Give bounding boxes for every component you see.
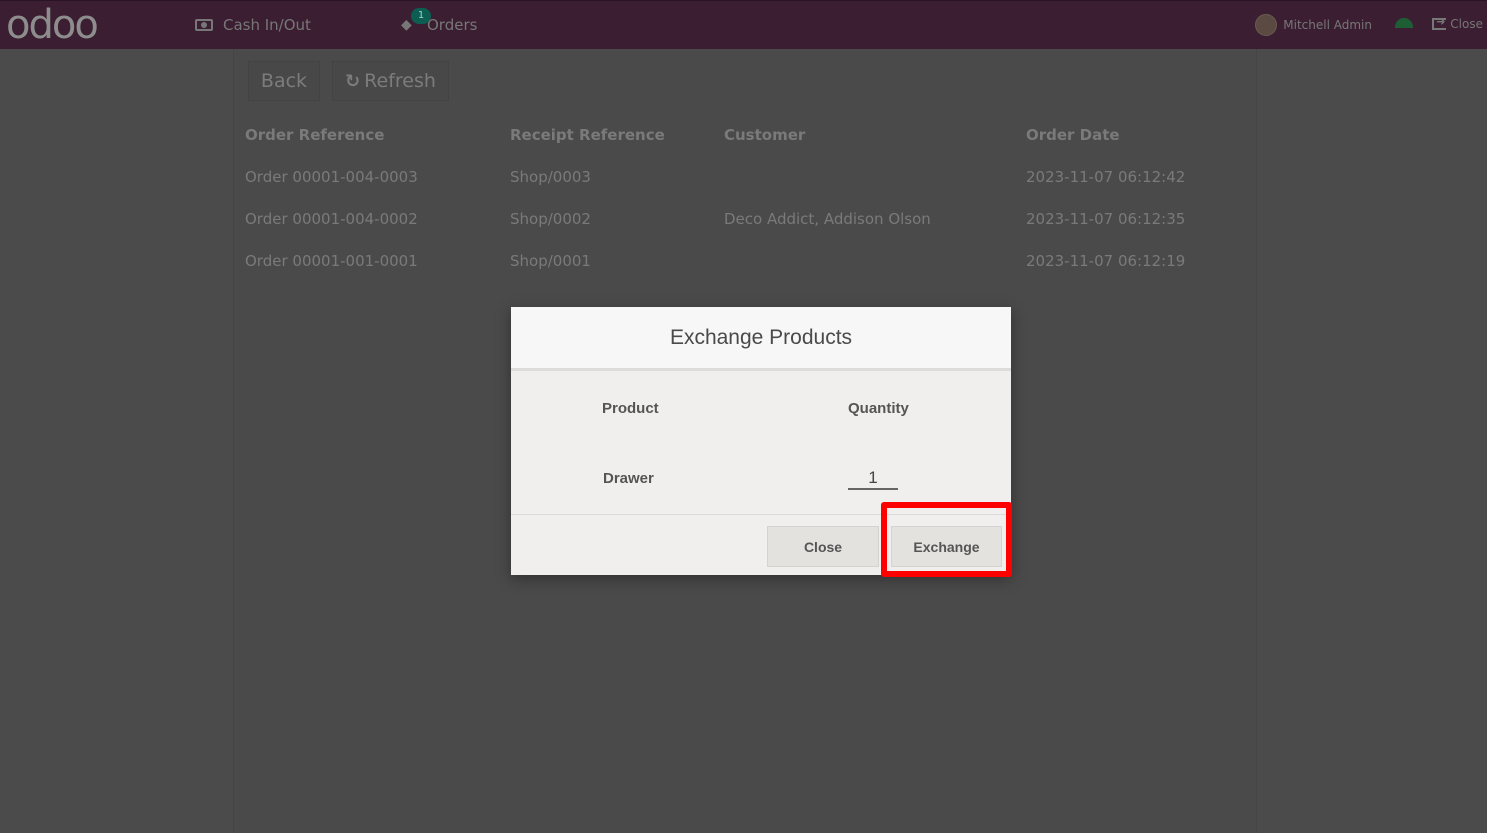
cash-in-out-button[interactable]: Cash In/Out bbox=[195, 16, 311, 34]
orders-button[interactable]: ◆ 1 Orders bbox=[401, 8, 478, 34]
orders-table-header: Order Reference Receipt Reference Custom… bbox=[0, 126, 1487, 146]
sign-out-icon bbox=[1432, 15, 1447, 30]
refresh-label: Refresh bbox=[364, 70, 436, 92]
avatar bbox=[1255, 14, 1278, 36]
table-row[interactable]: Order 00001-001-0001 Shop/0001 2023-11-0… bbox=[0, 252, 1487, 274]
order-date: 2023-11-07 06:12:35 bbox=[1026, 210, 1186, 228]
order-reference: Order 00001-004-0002 bbox=[245, 210, 418, 228]
receipt-reference: Shop/0002 bbox=[510, 210, 591, 228]
exchange-highlight-box bbox=[881, 502, 1012, 577]
user-name: Mitchell Admin bbox=[1283, 18, 1372, 32]
cash-icon bbox=[195, 19, 213, 31]
header-receipt-reference: Receipt Reference bbox=[510, 126, 665, 144]
order-reference: Order 00001-004-0003 bbox=[245, 168, 418, 186]
quantity-input[interactable] bbox=[848, 467, 898, 490]
header-order-date: Order Date bbox=[1026, 126, 1120, 144]
product-column-header: Product bbox=[602, 400, 659, 417]
user-menu[interactable]: Mitchell Admin bbox=[1255, 14, 1372, 36]
back-button[interactable]: Back bbox=[248, 61, 320, 101]
odoo-logo: odoo bbox=[6, 2, 99, 48]
receipt-reference: Shop/0003 bbox=[510, 168, 591, 186]
header-customer: Customer bbox=[724, 126, 806, 144]
order-date: 2023-11-07 06:12:19 bbox=[1026, 252, 1186, 270]
close-session-label: Close bbox=[1450, 17, 1483, 31]
customer: Deco Addict, Addison Olson bbox=[724, 210, 931, 228]
table-row[interactable]: Order 00001-004-0003 Shop/0003 2023-11-0… bbox=[0, 168, 1487, 190]
close-session-button[interactable]: Close bbox=[1432, 15, 1483, 31]
table-row[interactable]: Order 00001-004-0002 Shop/0002 Deco Addi… bbox=[0, 210, 1487, 232]
orders-count-badge: 1 bbox=[411, 8, 431, 24]
orders-label: Orders bbox=[427, 16, 478, 34]
cash-in-out-label: Cash In/Out bbox=[223, 16, 311, 34]
close-button[interactable]: Close bbox=[767, 526, 879, 567]
quantity-column-header: Quantity bbox=[848, 400, 909, 417]
modal-title: Exchange Products bbox=[511, 307, 1011, 371]
refresh-icon: ↻ bbox=[345, 70, 361, 92]
refresh-button[interactable]: ↻ Refresh bbox=[332, 61, 449, 101]
order-reference: Order 00001-001-0001 bbox=[245, 252, 418, 270]
tag-icon: ◆ 1 bbox=[401, 8, 431, 33]
top-navbar: odoo Cash In/Out ◆ 1 Orders Mitchell Adm… bbox=[0, 0, 1487, 49]
header-order-reference: Order Reference bbox=[245, 126, 385, 144]
wifi-icon bbox=[1395, 18, 1413, 28]
receipt-reference: Shop/0001 bbox=[510, 252, 591, 270]
product-name: Drawer bbox=[603, 470, 654, 487]
order-date: 2023-11-07 06:12:42 bbox=[1026, 168, 1186, 186]
